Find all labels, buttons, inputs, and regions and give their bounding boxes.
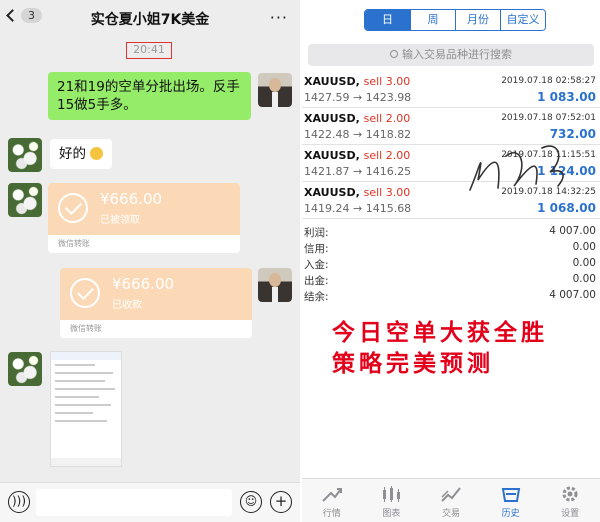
bottom-tab-bar: 行情 图表 交易 历史 设置 xyxy=(302,478,600,522)
trade-time: 2019.07.18 02:58:27 xyxy=(501,76,596,86)
chat-input-bar: ))) ☺ + xyxy=(0,482,300,522)
transfer-footer: 微信转账 xyxy=(70,324,102,333)
trade-prices: 1419.24 → 1415.68 xyxy=(304,202,412,215)
summary-balance: 结余: 4 007.00 xyxy=(304,289,596,303)
summary-deposit: 入金: 0.00 xyxy=(304,257,596,271)
history-icon xyxy=(501,488,520,502)
transfer-amount: ¥666.00 xyxy=(100,190,163,208)
chart-icon xyxy=(383,486,401,502)
overlay-slogan-line2: 策略完美预测 xyxy=(332,350,494,377)
trade-symbol: XAUUSD, sell 2.00 xyxy=(304,149,411,162)
incoming-message-text: 好的 xyxy=(59,146,86,162)
plus-icon[interactable]: + xyxy=(270,491,292,513)
transfer-amount: ¥666.00 xyxy=(112,275,175,293)
emoji-icon[interactable]: ☺ xyxy=(240,491,262,513)
trade-prices: 1422.48 → 1418.82 xyxy=(304,128,412,141)
nav-history[interactable]: 历史 xyxy=(481,479,541,522)
screenshot-image-message[interactable] xyxy=(50,351,122,467)
nav-quotes[interactable]: 行情 xyxy=(302,479,362,522)
my-avatar[interactable] xyxy=(258,268,292,302)
trade-prices: 1421.87 → 1416.25 xyxy=(304,165,412,178)
transfer-status: 已收款 xyxy=(112,300,142,311)
summary-credit: 信用: 0.00 xyxy=(304,241,596,255)
transfer-card-received[interactable]: ¥666.00 已被领取 微信转账 xyxy=(48,183,240,253)
trade-direction: sell 2.00 xyxy=(363,112,411,125)
contact-avatar[interactable] xyxy=(8,138,42,172)
incoming-message[interactable]: 好的 xyxy=(50,139,113,169)
outgoing-message[interactable]: 21和19的空单分批出场。反手15做5手多。 xyxy=(48,72,251,120)
check-circle-icon xyxy=(70,278,100,308)
tab-month[interactable]: 月份 xyxy=(455,10,500,30)
message-input[interactable] xyxy=(36,489,232,516)
chat-panel: 3 实仓夏小姐7K美金 ··· 20:41 21和19的空单分批出场。反手15做… xyxy=(0,0,300,522)
trade-direction: sell 3.00 xyxy=(363,186,411,199)
period-tabs: 日 周 月份 自定义 xyxy=(364,9,546,31)
handwritten-signature xyxy=(469,145,564,191)
contact-avatar[interactable] xyxy=(8,352,42,386)
more-options-icon[interactable]: ··· xyxy=(270,8,288,27)
my-avatar[interactable] xyxy=(258,73,292,107)
chat-title: 实仓夏小姐7K美金 xyxy=(90,12,210,28)
trade-direction: sell 3.00 xyxy=(363,75,411,88)
voice-icon[interactable]: ))) xyxy=(8,491,30,513)
quotes-icon xyxy=(322,488,342,502)
grin-emoji-icon xyxy=(90,147,104,160)
chat-header: 3 实仓夏小姐7K美金 ··· xyxy=(0,0,300,36)
tab-day[interactable]: 日 xyxy=(365,10,410,30)
summary-withdrawal: 出金: 0.00 xyxy=(304,273,596,287)
transfer-body: ¥666.00 已被领取 xyxy=(48,183,240,235)
transfer-card-accepted[interactable]: ¥666.00 已收款 微信转账 xyxy=(60,268,252,338)
search-icon xyxy=(390,50,398,58)
nav-chart[interactable]: 图表 xyxy=(362,479,422,522)
trade-direction: sell 2.00 xyxy=(363,149,411,162)
trade-symbol: XAUUSD, sell 3.00 xyxy=(304,186,411,199)
contact-avatar[interactable] xyxy=(8,183,42,217)
trading-history-panel: 日 周 月份 自定义 输入交易品种进行搜索 XAUUSD, sell 3.00 … xyxy=(302,0,600,522)
tab-week[interactable]: 周 xyxy=(410,10,455,30)
trade-symbol: XAUUSD, sell 2.00 xyxy=(304,112,411,125)
nav-trade[interactable]: 交易 xyxy=(421,479,481,522)
trade-time: 2019.07.18 07:52:01 xyxy=(501,113,596,123)
search-placeholder: 输入交易品种进行搜索 xyxy=(402,48,512,61)
overlay-slogan-line1: 今日空单大获全胜 xyxy=(332,319,548,346)
nav-settings[interactable]: 设置 xyxy=(540,479,600,522)
trade-row[interactable]: XAUUSD, sell 3.00 2019.07.18 02:58:27 14… xyxy=(302,72,600,108)
message-timestamp: 20:41 xyxy=(126,42,172,59)
trade-prices: 1427.59 → 1423.98 xyxy=(304,91,412,104)
check-circle-icon xyxy=(58,193,88,223)
trade-profit: 1 083.00 xyxy=(537,90,596,104)
trade-icon xyxy=(441,487,461,502)
tab-custom[interactable]: 自定义 xyxy=(500,10,545,30)
settings-icon xyxy=(562,486,578,502)
transfer-footer: 微信转账 xyxy=(58,239,90,248)
summary-profit: 利润: 4 007.00 xyxy=(304,225,596,239)
symbol-search[interactable]: 输入交易品种进行搜索 xyxy=(308,44,594,66)
trade-symbol: XAUUSD, sell 3.00 xyxy=(304,75,411,88)
transfer-status: 已被领取 xyxy=(100,215,140,226)
transfer-body: ¥666.00 已收款 xyxy=(60,268,252,320)
